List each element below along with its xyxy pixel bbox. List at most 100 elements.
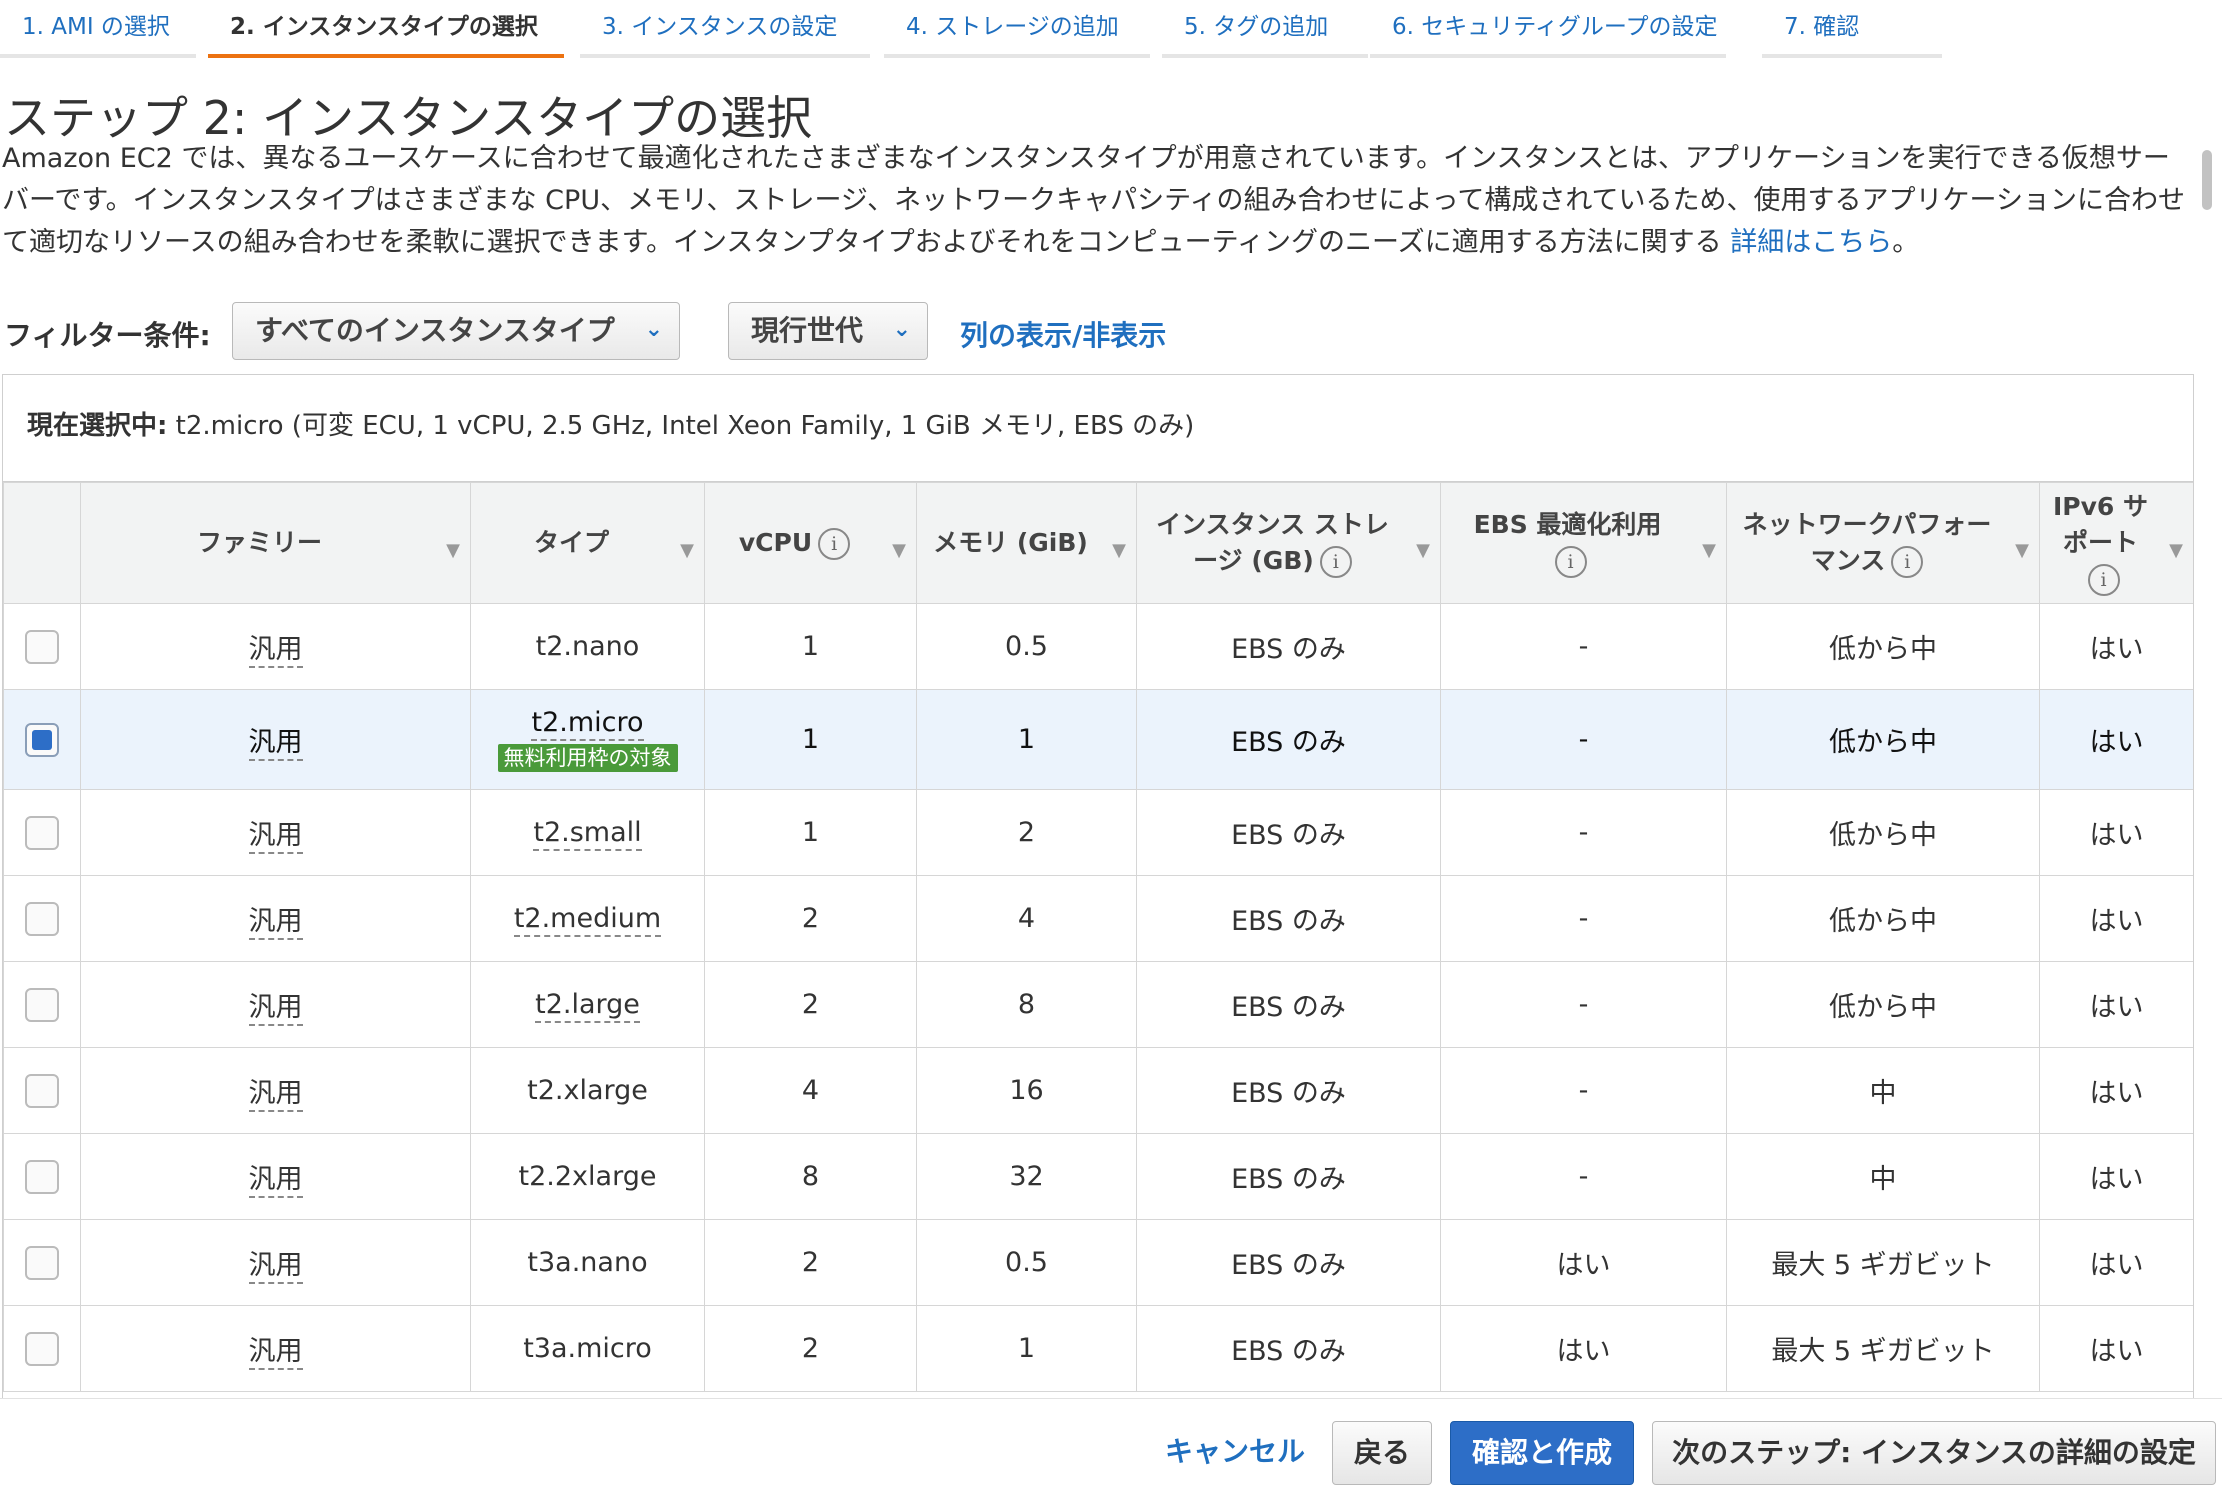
table-row[interactable]: 汎用 t2.nano 1 0.5 EBS のみ - 低から中 はい — [3, 603, 2193, 690]
header-ipv6-support[interactable]: IPv6 サポート i ▼ — [2039, 482, 2193, 604]
generation-filter-select[interactable]: 現行世代 ⌄ — [728, 302, 928, 360]
header-ebs-optimized[interactable]: EBS 最適化利用 i ▼ — [1440, 482, 1727, 604]
table-row[interactable]: 汎用 t2.2xlarge 8 32 EBS のみ - 中 はい — [3, 1133, 2193, 1220]
row-checkbox[interactable] — [25, 901, 59, 936]
instance-type-filter-value: すべてのインスタンスタイプ — [255, 314, 615, 347]
show-hide-columns-link[interactable]: 列の表示/非表示 — [960, 314, 1166, 354]
learn-more-link[interactable]: 詳細はこちら — [1730, 227, 1892, 258]
family-cell: 汎用 — [248, 1250, 303, 1284]
vcpu-cell: 1 — [704, 689, 917, 790]
instance-type-filter-select[interactable]: すべてのインスタンスタイプ ⌄ — [232, 302, 680, 360]
tab-review[interactable]: 7. 確認 — [1762, 0, 1942, 58]
ipv6-cell: はい — [2039, 1047, 2193, 1134]
table-row[interactable]: 汎用 t2.medium 2 4 EBS のみ - 低から中 はい — [3, 875, 2193, 962]
table-row[interactable]: 汎用 t2.xlarge 4 16 EBS のみ - 中 はい — [3, 1047, 2193, 1134]
tab-ami-selection[interactable]: 1. AMI の選択 — [0, 0, 196, 58]
instance-type-table: ファミリー ▼ タイプ ▼ vCPU i ▼ メモリ (GiB) ▼ インスタンス ストレ… — [2, 482, 2194, 1398]
header-vcpu[interactable]: vCPU i ▼ — [704, 482, 917, 604]
type-cell: t2.micro 無料利用枠の対象 — [470, 689, 705, 790]
family-cell: 汎用 — [248, 906, 303, 940]
chevron-down-icon: ⌄ — [892, 317, 911, 342]
family-cell: 汎用 — [248, 992, 303, 1026]
memory-cell: 1 — [916, 1305, 1137, 1392]
wizard-footer: キャンセル 戻る 確認と作成 次のステップ: インスタンスの詳細の設定 — [0, 1398, 2222, 1507]
table-row[interactable]: 汎用 t3a.nano 2 0.5 EBS のみ はい 最大 5 ギガビット は… — [3, 1219, 2193, 1306]
header-type[interactable]: タイプ ▼ — [470, 482, 705, 604]
next-configure-instance-button[interactable]: 次のステップ: インスタンスの詳細の設定 — [1652, 1421, 2216, 1485]
header-instance-storage[interactable]: インスタンス ストレ ージ (GB) i ▼ — [1136, 482, 1441, 604]
row-checkbox[interactable] — [25, 1245, 59, 1280]
network-cell: 中 — [1726, 1047, 2040, 1134]
scrollbar-thumb[interactable] — [2202, 150, 2212, 210]
info-icon[interactable]: i — [818, 528, 851, 560]
row-checkbox-checked[interactable] — [25, 722, 59, 757]
ipv6-cell: はい — [2039, 789, 2193, 876]
back-button[interactable]: 戻る — [1332, 1421, 1432, 1485]
ebs-cell: - — [1440, 689, 1727, 790]
storage-cell: EBS のみ — [1136, 1047, 1441, 1134]
vcpu-cell: 8 — [704, 1133, 917, 1220]
info-icon[interactable]: i — [1554, 546, 1587, 578]
vcpu-cell: 2 — [704, 961, 917, 1048]
page-scrollbar[interactable] — [2200, 140, 2214, 1400]
header-network-performance[interactable]: ネットワークパフォー マンス i ▼ — [1726, 482, 2040, 604]
row-checkbox[interactable] — [25, 1331, 59, 1366]
table-row[interactable]: 汎用 t2.large 2 8 EBS のみ - 低から中 はい — [3, 961, 2193, 1048]
table-header-row: ファミリー ▼ タイプ ▼ vCPU i ▼ メモリ (GiB) ▼ インスタンス ストレ… — [3, 482, 2193, 604]
generation-filter-value: 現行世代 — [751, 314, 864, 347]
page-description: Amazon EC2 では、異なるユースケースに合わせて最適化されたさまざまなイ… — [2, 138, 2192, 264]
network-cell: 中 — [1726, 1133, 2040, 1220]
memory-cell: 8 — [916, 961, 1137, 1048]
chevron-down-icon: ⌄ — [644, 317, 663, 342]
row-checkbox[interactable] — [25, 815, 59, 850]
info-icon[interactable]: i — [2087, 564, 2120, 596]
type-cell: t2.small — [533, 817, 642, 851]
header-family[interactable]: ファミリー ▼ — [80, 482, 471, 604]
tab-instance-configuration[interactable]: 3. インスタンスの設定 — [580, 0, 870, 58]
family-cell: 汎用 — [248, 1078, 303, 1112]
network-cell: 低から中 — [1726, 789, 2040, 876]
cancel-button[interactable]: キャンセル — [1160, 1421, 1310, 1485]
table-row[interactable]: 汎用 t2.small 1 2 EBS のみ - 低から中 はい — [3, 789, 2193, 876]
memory-cell: 2 — [916, 789, 1137, 876]
ebs-cell: - — [1440, 1047, 1727, 1134]
header-select — [3, 482, 81, 604]
storage-cell: EBS のみ — [1136, 603, 1441, 690]
memory-cell: 0.5 — [916, 1219, 1137, 1306]
type-cell: t2.medium — [513, 903, 662, 937]
tab-security-group[interactable]: 6. セキュリティグループの設定 — [1370, 0, 1726, 58]
network-cell: 最大 5 ギガビット — [1726, 1219, 2040, 1306]
tab-add-tags[interactable]: 5. タグの追加 — [1162, 0, 1368, 58]
storage-cell: EBS のみ — [1136, 875, 1441, 962]
family-cell: 汎用 — [248, 727, 303, 761]
info-icon[interactable]: i — [1891, 546, 1924, 578]
row-checkbox[interactable] — [25, 1159, 59, 1194]
review-and-launch-button[interactable]: 確認と作成 — [1450, 1421, 1634, 1485]
row-checkbox[interactable] — [25, 987, 59, 1022]
info-icon[interactable]: i — [1319, 546, 1352, 578]
memory-cell: 1 — [916, 689, 1137, 790]
wizard-steps: 1. AMI の選択 2. インスタンスタイプの選択 3. インスタンスの設定 … — [0, 0, 2222, 60]
ipv6-cell: はい — [2039, 1219, 2193, 1306]
filter-label: フィルター条件: — [4, 319, 211, 352]
row-checkbox[interactable] — [25, 1073, 59, 1108]
memory-cell: 32 — [916, 1133, 1137, 1220]
storage-cell: EBS のみ — [1136, 1219, 1441, 1306]
ebs-cell: - — [1440, 789, 1727, 876]
type-name: t2.micro — [531, 707, 644, 741]
table-row-selected[interactable]: 汎用 t2.micro 無料利用枠の対象 1 1 EBS のみ - 低から中 はい — [3, 689, 2193, 790]
type-cell: t2.large — [535, 989, 640, 1023]
sort-caret-icon: ▼ — [446, 540, 460, 561]
tab-instance-type-selection[interactable]: 2. インスタンスタイプの選択 — [208, 0, 564, 58]
header-memory[interactable]: メモリ (GiB) ▼ — [916, 482, 1137, 604]
ebs-cell: - — [1440, 1133, 1727, 1220]
sort-caret-icon: ▼ — [1416, 540, 1430, 561]
storage-cell: EBS のみ — [1136, 689, 1441, 790]
type-cell: t2.2xlarge — [470, 1133, 705, 1220]
memory-cell: 16 — [916, 1047, 1137, 1134]
free-tier-badge: 無料利用枠の対象 — [497, 744, 678, 772]
type-cell: t2.xlarge — [470, 1047, 705, 1134]
tab-add-storage[interactable]: 4. ストレージの追加 — [884, 0, 1150, 58]
table-row[interactable]: 汎用 t3a.micro 2 1 EBS のみ はい 最大 5 ギガビット はい — [3, 1305, 2193, 1392]
row-checkbox[interactable] — [25, 629, 59, 664]
